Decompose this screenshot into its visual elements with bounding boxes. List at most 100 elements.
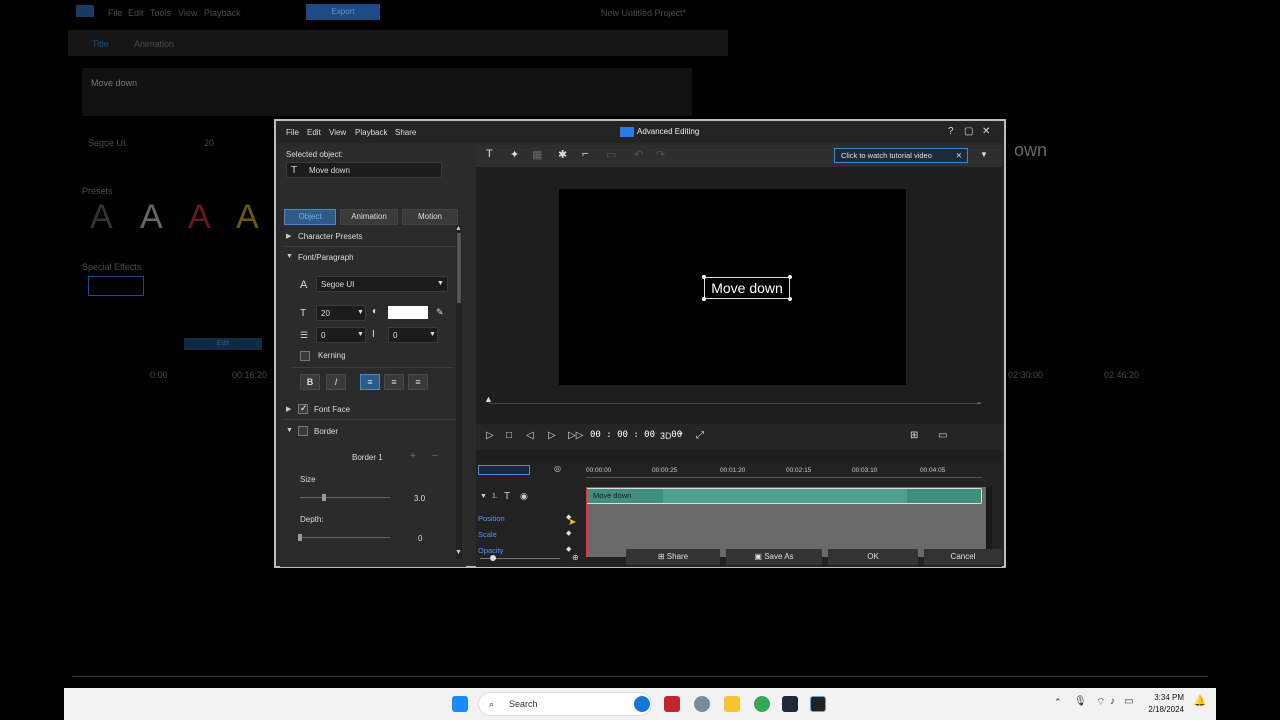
fast-forward-icon[interactable]: ▷▷ xyxy=(568,430,583,441)
align-left-button[interactable]: ≡ xyxy=(360,374,380,390)
keyframe-icon[interactable]: ◆ xyxy=(566,545,571,553)
chrome-icon[interactable] xyxy=(754,696,770,712)
particle-icon[interactable]: ✦ xyxy=(510,148,519,161)
tray-chevron-icon[interactable]: ⌃ xyxy=(1054,697,1062,708)
chevron-down-icon[interactable]: ⌄ xyxy=(976,397,983,406)
grid-icon[interactable]: ⊞ xyxy=(910,430,918,441)
depth-slider-handle[interactable] xyxy=(298,534,302,541)
layer-icon[interactable]: ▭ xyxy=(606,148,616,161)
preview-text-object[interactable]: Move down xyxy=(704,277,790,299)
powerdirector-icon[interactable] xyxy=(782,696,798,712)
char-spacing-select[interactable]: 0 ▼ xyxy=(388,327,438,343)
menu-view[interactable]: View xyxy=(329,128,346,137)
properties-scrollbar[interactable] xyxy=(456,225,462,559)
resize-handle[interactable] xyxy=(788,297,792,301)
chevron-down-icon[interactable]: ▼ xyxy=(678,432,684,438)
settings-icon[interactable] xyxy=(694,696,710,712)
microphone-icon[interactable]: 🎙 xyxy=(1074,696,1087,707)
play-icon[interactable]: ▷ xyxy=(486,430,494,441)
tab-motion[interactable]: Motion xyxy=(402,209,458,225)
playhead[interactable] xyxy=(586,487,587,557)
edge-icon[interactable] xyxy=(634,696,650,712)
insert-text-icon[interactable]: T xyxy=(486,148,493,160)
save-as-button[interactable]: ▣ Save As xyxy=(726,549,822,565)
battery-icon[interactable]: ▭ xyxy=(1124,696,1133,707)
file-explorer-icon[interactable] xyxy=(724,696,740,712)
share-button[interactable]: ⊞ Share xyxy=(626,549,720,565)
scroll-up-icon[interactable]: ▲ xyxy=(455,225,462,232)
next-frame-icon[interactable]: ▷ xyxy=(548,430,556,441)
undo-icon[interactable]: ↶ xyxy=(634,148,643,161)
close-icon[interactable]: ✕ xyxy=(956,149,962,162)
maximize-icon[interactable]: ▢ xyxy=(964,126,973,137)
timeline-marker-icon[interactable]: ◎ xyxy=(554,464,561,473)
expand-arrow-icon[interactable]: ▶ xyxy=(286,232,291,240)
font-size-select[interactable]: 20 ▼ xyxy=(316,305,366,321)
attr-scale[interactable]: Scale xyxy=(478,530,497,539)
color-picker-icon[interactable]: ◐ xyxy=(372,306,378,317)
section-font-paragraph[interactable]: Font/Paragraph xyxy=(298,253,354,262)
size-slider-handle[interactable] xyxy=(322,494,326,501)
aspect-icon[interactable]: ▭ xyxy=(938,430,947,441)
resize-handle[interactable] xyxy=(702,297,706,301)
scroll-down-icon[interactable]: ▼ xyxy=(455,549,462,556)
resize-handle[interactable] xyxy=(788,275,792,279)
tab-object[interactable]: Object xyxy=(284,209,336,225)
collapse-arrow-icon[interactable]: ▼ xyxy=(286,427,293,434)
bold-button[interactable]: B xyxy=(300,374,320,390)
align-right-button[interactable]: ≡ xyxy=(408,374,428,390)
add-icon[interactable]: + xyxy=(410,451,416,462)
image-icon[interactable]: ▦ xyxy=(532,148,542,161)
prev-frame-icon[interactable]: ◁ xyxy=(526,430,534,441)
stop-icon[interactable]: □ xyxy=(506,430,512,441)
collapse-arrow-icon[interactable]: ▼ xyxy=(286,253,293,260)
effect-icon[interactable]: ✱ xyxy=(558,148,567,161)
menu-file[interactable]: File xyxy=(286,128,299,137)
close-icon[interactable]: ✕ xyxy=(982,126,990,137)
collapse-arrow-icon[interactable]: ▼ xyxy=(480,493,487,500)
section-font-face[interactable]: Font Face xyxy=(314,405,350,414)
section-character-presets[interactable]: Character Presets xyxy=(298,232,362,241)
scrollbar-thumb[interactable] xyxy=(457,233,461,303)
ok-button[interactable]: OK xyxy=(828,549,918,565)
help-icon[interactable]: ? xyxy=(948,126,954,137)
menu-playback[interactable]: Playback xyxy=(355,128,387,137)
fullscreen-icon[interactable]: ⤢ xyxy=(696,430,704,441)
eyedropper-icon[interactable]: ✎ xyxy=(436,307,444,318)
app-icon[interactable] xyxy=(810,696,826,712)
font-color-swatch[interactable] xyxy=(388,306,428,319)
timeline-zoom-toggle[interactable] xyxy=(478,465,530,475)
redo-icon[interactable]: ↷ xyxy=(656,148,665,161)
motion-icon[interactable]: ⌐ xyxy=(582,148,588,160)
windows-start-icon[interactable] xyxy=(452,696,468,712)
tab-animation[interactable]: Animation xyxy=(340,209,398,225)
section-border[interactable]: Border xyxy=(314,427,338,436)
menu-share[interactable]: Share xyxy=(395,128,416,137)
tutorial-link[interactable]: Click to watch tutorial video ✕ xyxy=(834,148,968,163)
kerning-checkbox[interactable] xyxy=(300,351,310,361)
attr-opacity[interactable]: Opacity xyxy=(478,546,503,555)
line-spacing-select[interactable]: 0 ▼ xyxy=(316,327,366,343)
font-face-checkbox[interactable] xyxy=(298,403,308,414)
eye-icon[interactable]: ◉ xyxy=(520,491,528,502)
timeline-clip[interactable]: Move down xyxy=(586,488,982,504)
cancel-button[interactable]: Cancel xyxy=(924,549,1002,565)
depth-slider[interactable] xyxy=(300,537,390,538)
preview-scrubber[interactable] xyxy=(488,403,980,404)
zoom-slider-handle[interactable] xyxy=(490,555,496,561)
italic-button[interactable]: I xyxy=(326,374,346,390)
volume-icon[interactable]: ♪ xyxy=(1110,696,1115,707)
taskbar-clock[interactable]: 3:34 PM 2/18/2024 xyxy=(1148,692,1184,716)
video-preview[interactable]: Move down xyxy=(559,189,906,385)
remove-icon[interactable]: − xyxy=(432,451,438,462)
attr-position[interactable]: Position xyxy=(478,514,505,523)
expand-arrow-icon[interactable]: ▶ xyxy=(286,405,291,413)
font-select[interactable]: Segoe UI ▼ xyxy=(316,276,448,292)
border-checkbox[interactable] xyxy=(298,426,308,436)
notification-icon[interactable]: 🔔 xyxy=(1194,696,1206,707)
chevron-down-icon[interactable]: ▼ xyxy=(980,150,988,159)
taskbar-search[interactable]: ⌕ Search xyxy=(478,692,652,716)
mcafee-icon[interactable] xyxy=(664,696,680,712)
align-center-button[interactable]: ≡ xyxy=(384,374,404,390)
keyframe-icon[interactable]: ◆ xyxy=(566,529,571,537)
